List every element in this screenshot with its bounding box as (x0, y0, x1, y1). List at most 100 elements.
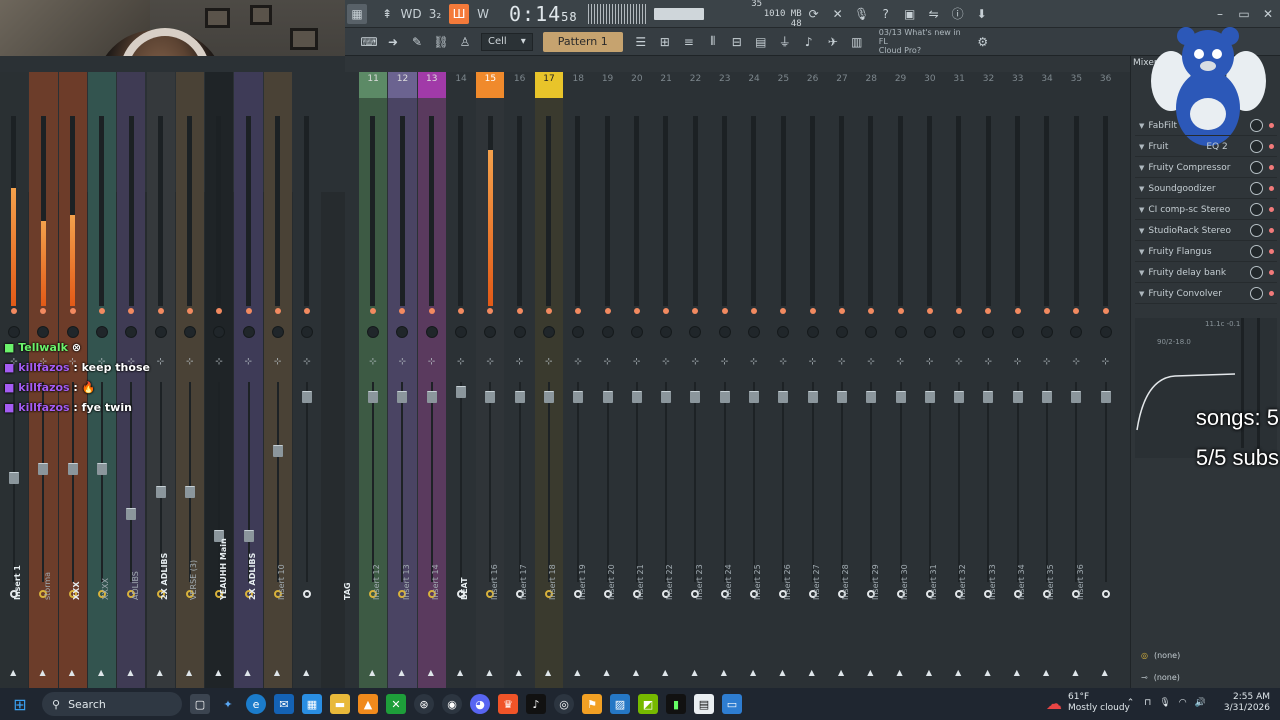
outlook-icon[interactable]: ✉ (274, 694, 294, 714)
strip-label[interactable]: Insert 32 (958, 540, 968, 600)
route-arrow-icon[interactable]: ▲ (1102, 668, 1108, 677)
pan-knob[interactable] (301, 326, 314, 338)
route-arrow-icon[interactable]: ▲ (545, 668, 551, 677)
mix-knob[interactable] (1250, 203, 1263, 216)
microphone-tray-icon[interactable]: 🎙 (1159, 698, 1170, 708)
stereo-separation-icon[interactable]: ⊹ (1043, 357, 1051, 367)
enable-led[interactable] (809, 308, 816, 314)
enable-led[interactable] (897, 308, 904, 314)
enable-led[interactable] (926, 308, 933, 314)
enable-led[interactable] (128, 308, 135, 314)
route-arrow-icon[interactable]: ▲ (10, 668, 16, 677)
pan-knob[interactable] (455, 326, 468, 338)
pan-knob[interactable] (689, 326, 702, 338)
mixer-icon[interactable]: ✕ (828, 4, 848, 24)
enable-led[interactable] (157, 308, 164, 314)
strip-label[interactable]: Insert 33 (988, 540, 998, 600)
route-arrow-icon[interactable]: ▲ (398, 668, 404, 677)
volume-fader[interactable] (690, 391, 701, 403)
stereo-separation-icon[interactable]: ⊹ (428, 357, 436, 367)
pan-knob[interactable] (1041, 326, 1054, 338)
route-arrow-icon[interactable]: ▲ (245, 668, 251, 677)
settings-icon[interactable]: ⚙ (973, 32, 993, 52)
strip-label[interactable]: Insert 19 (578, 540, 588, 600)
stereo-separation-icon[interactable]: ⊹ (1072, 357, 1080, 367)
browser-icon[interactable]: ▤ (751, 32, 771, 52)
app-icon[interactable]: ⊛ (414, 694, 434, 714)
strip-label[interactable]: Insert 10 (277, 540, 287, 600)
mixer-view-icon[interactable]: ⫴ (703, 32, 723, 52)
strip-label[interactable]: Insert 24 (724, 540, 734, 600)
volume-fader[interactable] (67, 463, 78, 475)
strip-label[interactable]: Insert 28 (841, 540, 851, 600)
restore-icon[interactable]: ▭ (1234, 4, 1254, 24)
route-arrow-icon[interactable]: ▲ (303, 668, 309, 677)
enable-led[interactable] (1269, 123, 1274, 128)
stereo-separation-icon[interactable]: ⊹ (750, 357, 758, 367)
strip-label[interactable]: Insert 12 (372, 540, 382, 600)
enable-led[interactable] (985, 308, 992, 314)
route-arrow-icon[interactable]: ▲ (69, 668, 75, 677)
enable-led[interactable] (663, 308, 670, 314)
tempo-icon[interactable]: ⇞ (377, 4, 397, 24)
stereo-separation-icon[interactable]: ⊹ (186, 357, 194, 367)
enable-led[interactable] (838, 308, 845, 314)
stereo-separation-icon[interactable]: ⊹ (274, 357, 282, 367)
enable-led[interactable] (304, 308, 311, 314)
pan-knob[interactable] (96, 326, 109, 338)
discord-icon[interactable]: ◕ (470, 694, 490, 714)
enable-led[interactable] (69, 308, 76, 314)
headset-icon[interactable]: ⊓ (1144, 698, 1151, 708)
enable-led[interactable] (1269, 207, 1274, 212)
channel-rack-icon[interactable]: ⊟ (727, 32, 747, 52)
strip-label[interactable]: Insert 31 (929, 540, 939, 600)
pattern-select[interactable]: Pattern 1 (542, 31, 623, 52)
route-arrow-icon[interactable]: ▲ (98, 668, 104, 677)
enable-led[interactable] (1269, 291, 1274, 296)
volume-fader[interactable] (485, 391, 496, 403)
playlist-icon[interactable]: ☰ (631, 32, 651, 52)
store-icon[interactable]: ▦ (302, 694, 322, 714)
route-arrow-icon[interactable]: ▲ (721, 668, 727, 677)
volume-fader[interactable] (155, 486, 166, 499)
route-arrow-icon[interactable]: ▲ (516, 668, 522, 677)
route-arrow-icon[interactable]: ▲ (127, 668, 133, 677)
route-arrow-icon[interactable]: ▲ (604, 668, 610, 677)
route-arrow-icon[interactable]: ▲ (779, 668, 785, 677)
strip-label[interactable]: Insert 14 (431, 540, 441, 600)
volume-fader[interactable] (272, 445, 283, 457)
volume-fader[interactable] (602, 391, 613, 403)
route-arrow-icon[interactable]: ▲ (926, 668, 932, 677)
fl-studio-icon[interactable]: ⚑ (582, 694, 602, 714)
pan-knob[interactable] (953, 326, 966, 338)
route-arrow-icon[interactable]: ▲ (838, 668, 844, 677)
effect-slot-1[interactable]: ▼ FabFilt (1135, 116, 1277, 136)
stereo-separation-icon[interactable]: ⊹ (516, 357, 524, 367)
enable-led[interactable] (428, 308, 435, 314)
chrome-icon[interactable]: ◎ (554, 694, 574, 714)
blend-icon[interactable]: W (473, 4, 493, 24)
route-arrow-icon[interactable]: ▲ (1043, 668, 1049, 677)
chevron-up-icon[interactable]: ⌃ (1127, 698, 1135, 708)
strip-label[interactable]: Insert 17 (519, 540, 529, 600)
snap-select[interactable]: Cell ▾ (481, 32, 533, 51)
pencil-icon[interactable]: ✎ (407, 32, 427, 52)
enable-led[interactable] (780, 308, 787, 314)
help-icon[interactable]: ? (876, 4, 896, 24)
strip-label[interactable]: Insert 26 (783, 540, 793, 600)
stereo-separation-icon[interactable]: ⊹ (398, 357, 406, 367)
pan-knob[interactable] (777, 326, 790, 338)
task-view-icon[interactable]: ▢ (190, 694, 210, 714)
effect-slot-9[interactable]: ▼ Fruity Convolver (1135, 284, 1277, 304)
enable-led[interactable] (245, 308, 252, 314)
minimize-icon[interactable]: – (1210, 4, 1230, 24)
stereo-separation-icon[interactable]: ⊹ (604, 357, 612, 367)
strip-label[interactable]: VERSE (3) (189, 540, 199, 600)
stereo-separation-icon[interactable]: ⊹ (486, 357, 494, 367)
plug-icon[interactable]: ✈ (823, 32, 843, 52)
enable-led[interactable] (216, 308, 223, 314)
pan-knob[interactable] (213, 326, 226, 338)
route-arrow-icon[interactable]: ▲ (428, 668, 434, 677)
notepad-icon[interactable]: ▤ (694, 694, 714, 714)
mix-knob[interactable] (1250, 266, 1263, 279)
